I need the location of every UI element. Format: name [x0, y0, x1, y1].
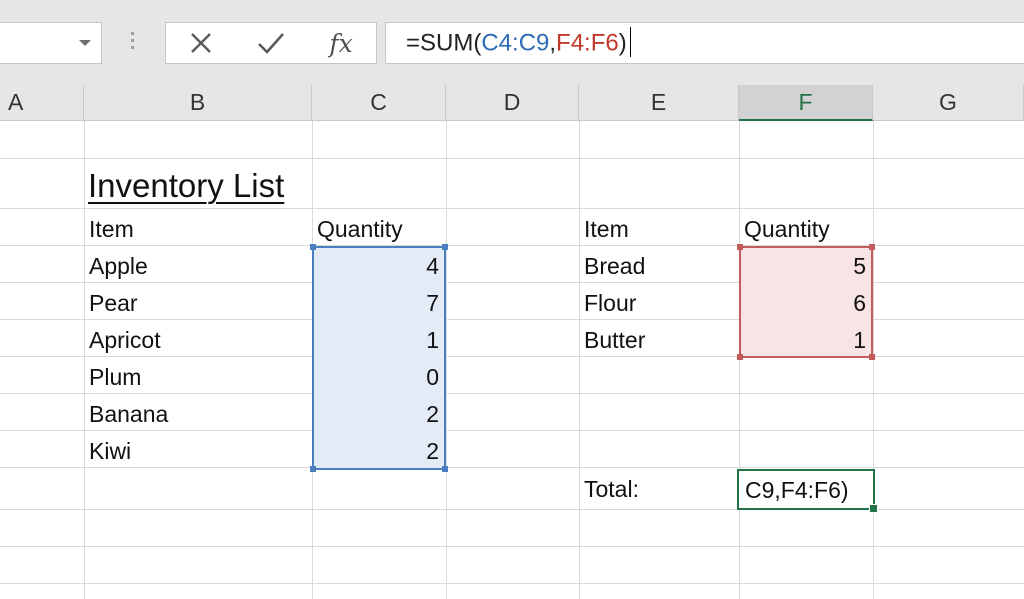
column-label: G [939, 89, 957, 115]
insert-function-button[interactable]: fx [324, 27, 358, 59]
formula-buttons: fx [165, 22, 377, 64]
fx-icon: fx [329, 28, 353, 58]
column-label: C [370, 89, 387, 115]
text-caret [629, 27, 631, 57]
grip-icon[interactable] [131, 32, 135, 54]
column-header-b[interactable]: B [84, 85, 312, 121]
active-cell-text: C9,F4:F6) [745, 477, 849, 503]
table1-item[interactable]: Apricot [89, 322, 161, 359]
sheet-title[interactable]: Inventory List [88, 167, 284, 205]
table2-header-item[interactable]: Item [584, 211, 629, 248]
table2-header-quantity[interactable]: Quantity [744, 211, 830, 248]
active-cell-f10[interactable]: C9,F4:F6) [737, 469, 878, 513]
table2-qty[interactable]: 1 [739, 322, 866, 359]
gridline [0, 546, 1024, 547]
table1-qty[interactable]: 7 [312, 285, 439, 322]
column-label: B [189, 89, 206, 115]
name-box[interactable] [0, 22, 102, 64]
table2-item[interactable]: Bread [584, 248, 645, 285]
column-label: F [798, 88, 813, 115]
gridline [0, 393, 1024, 394]
table1-qty[interactable]: 1 [312, 322, 439, 359]
x-icon [191, 33, 211, 53]
gridline [0, 208, 1024, 209]
table1-item[interactable]: Kiwi [89, 433, 131, 470]
column-label: E [650, 89, 667, 115]
table1-header-quantity[interactable]: Quantity [317, 211, 403, 248]
formula-ref-c4-c9: C4:C9 [481, 29, 550, 57]
table2-item[interactable]: Flour [584, 285, 636, 322]
table1-item[interactable]: Banana [89, 396, 168, 433]
formula-suffix: ) [618, 29, 627, 57]
gridline [873, 121, 874, 599]
column-header-g[interactable]: G [873, 85, 1024, 121]
gridline [84, 121, 85, 599]
column-label: D [503, 89, 521, 115]
range-handle[interactable] [869, 244, 875, 250]
range-handle[interactable] [442, 466, 448, 472]
table1-qty[interactable]: 2 [312, 396, 439, 433]
table2-item[interactable]: Butter [584, 322, 645, 359]
enter-button[interactable] [254, 27, 288, 59]
table1-header-item[interactable]: Item [89, 211, 134, 248]
formula-prefix: =SUM( [406, 29, 482, 57]
gridline [579, 121, 580, 599]
gridline [0, 158, 1024, 159]
name-box-dropdown-icon[interactable] [79, 40, 91, 46]
gridline [739, 121, 740, 599]
gridline [446, 121, 447, 599]
column-header-a[interactable]: A [0, 85, 84, 121]
table1-qty[interactable]: 4 [312, 248, 439, 285]
gridline [0, 467, 1024, 468]
formula-bar: fx =SUM(C4:C9,F4:F6) [0, 0, 1024, 86]
total-label[interactable]: Total: [584, 471, 639, 508]
table2-qty[interactable]: 6 [739, 285, 866, 322]
table1-qty[interactable]: 2 [312, 433, 439, 470]
table1-item[interactable]: Pear [89, 285, 138, 322]
table1-item[interactable]: Plum [89, 359, 141, 396]
range-handle[interactable] [869, 354, 875, 360]
formula-text: =SUM(C4:C9,F4:F6) [406, 27, 631, 59]
cancel-button[interactable] [184, 27, 218, 59]
formula-ref-f4-f6: F4:F6 [556, 29, 619, 57]
range-handle[interactable] [442, 244, 448, 250]
column-header-f[interactable]: F [739, 85, 873, 121]
formula-input[interactable]: =SUM(C4:C9,F4:F6) [385, 22, 1024, 64]
column-header-e[interactable]: E [579, 85, 739, 121]
table2-qty[interactable]: 5 [739, 248, 866, 285]
gridline [0, 583, 1024, 584]
table1-qty[interactable]: 0 [312, 359, 439, 396]
column-header-d[interactable]: D [446, 85, 579, 121]
column-header-c[interactable]: C [312, 85, 446, 121]
fill-handle[interactable] [869, 504, 878, 513]
column-label: A [8, 89, 24, 115]
check-icon [258, 33, 284, 54]
table1-item[interactable]: Apple [89, 248, 148, 285]
